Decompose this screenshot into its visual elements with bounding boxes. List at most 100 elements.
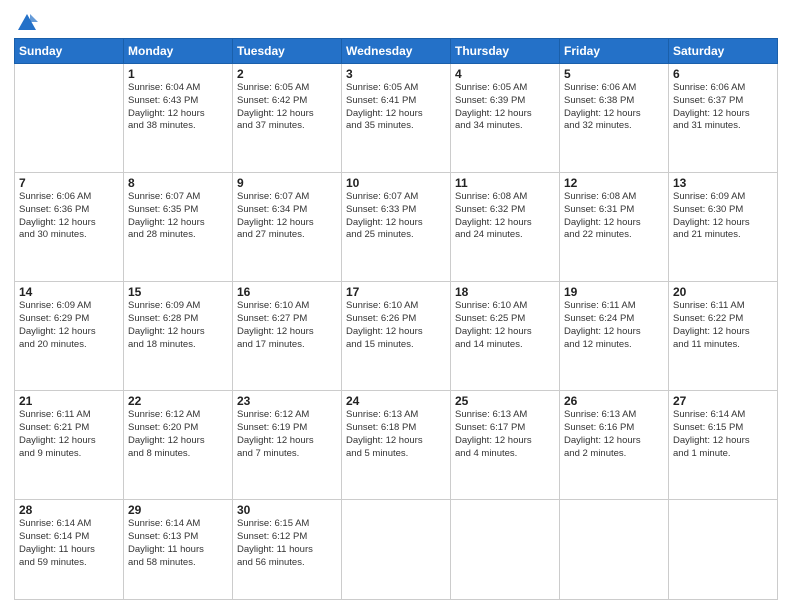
day-number: 22 bbox=[128, 394, 228, 408]
calendar-cell: 24Sunrise: 6:13 AM Sunset: 6:18 PM Dayli… bbox=[342, 391, 451, 500]
calendar-cell: 4Sunrise: 6:05 AM Sunset: 6:39 PM Daylig… bbox=[451, 64, 560, 173]
day-info: Sunrise: 6:06 AM Sunset: 6:37 PM Dayligh… bbox=[673, 82, 773, 133]
cell-content: 28Sunrise: 6:14 AM Sunset: 6:14 PM Dayli… bbox=[19, 503, 119, 569]
cell-content: 22Sunrise: 6:12 AM Sunset: 6:20 PM Dayli… bbox=[128, 394, 228, 460]
day-number: 21 bbox=[19, 394, 119, 408]
cell-content: 27Sunrise: 6:14 AM Sunset: 6:15 PM Dayli… bbox=[673, 394, 773, 460]
cell-content: 30Sunrise: 6:15 AM Sunset: 6:12 PM Dayli… bbox=[237, 503, 337, 569]
weekday-thursday: Thursday bbox=[451, 39, 560, 64]
day-info: Sunrise: 6:13 AM Sunset: 6:18 PM Dayligh… bbox=[346, 409, 446, 460]
day-number: 27 bbox=[673, 394, 773, 408]
day-info: Sunrise: 6:13 AM Sunset: 6:17 PM Dayligh… bbox=[455, 409, 555, 460]
day-info: Sunrise: 6:09 AM Sunset: 6:30 PM Dayligh… bbox=[673, 191, 773, 242]
week-row-1: 7Sunrise: 6:06 AM Sunset: 6:36 PM Daylig… bbox=[15, 173, 778, 282]
week-row-2: 14Sunrise: 6:09 AM Sunset: 6:29 PM Dayli… bbox=[15, 282, 778, 391]
day-info: Sunrise: 6:05 AM Sunset: 6:42 PM Dayligh… bbox=[237, 82, 337, 133]
cell-content: 11Sunrise: 6:08 AM Sunset: 6:32 PM Dayli… bbox=[455, 176, 555, 242]
calendar-cell: 1Sunrise: 6:04 AM Sunset: 6:43 PM Daylig… bbox=[124, 64, 233, 173]
cell-content: 23Sunrise: 6:12 AM Sunset: 6:19 PM Dayli… bbox=[237, 394, 337, 460]
cell-content: 16Sunrise: 6:10 AM Sunset: 6:27 PM Dayli… bbox=[237, 285, 337, 351]
day-info: Sunrise: 6:12 AM Sunset: 6:20 PM Dayligh… bbox=[128, 409, 228, 460]
weekday-header-row: SundayMondayTuesdayWednesdayThursdayFrid… bbox=[15, 39, 778, 64]
day-number: 19 bbox=[564, 285, 664, 299]
day-info: Sunrise: 6:06 AM Sunset: 6:36 PM Dayligh… bbox=[19, 191, 119, 242]
calendar-cell: 29Sunrise: 6:14 AM Sunset: 6:13 PM Dayli… bbox=[124, 500, 233, 600]
day-number: 2 bbox=[237, 67, 337, 81]
cell-content: 14Sunrise: 6:09 AM Sunset: 6:29 PM Dayli… bbox=[19, 285, 119, 351]
cell-content: 25Sunrise: 6:13 AM Sunset: 6:17 PM Dayli… bbox=[455, 394, 555, 460]
day-number: 10 bbox=[346, 176, 446, 190]
calendar-cell: 20Sunrise: 6:11 AM Sunset: 6:22 PM Dayli… bbox=[669, 282, 778, 391]
calendar-cell: 15Sunrise: 6:09 AM Sunset: 6:28 PM Dayli… bbox=[124, 282, 233, 391]
calendar-cell: 18Sunrise: 6:10 AM Sunset: 6:25 PM Dayli… bbox=[451, 282, 560, 391]
weekday-sunday: Sunday bbox=[15, 39, 124, 64]
calendar-cell: 14Sunrise: 6:09 AM Sunset: 6:29 PM Dayli… bbox=[15, 282, 124, 391]
day-info: Sunrise: 6:10 AM Sunset: 6:26 PM Dayligh… bbox=[346, 300, 446, 351]
day-number: 14 bbox=[19, 285, 119, 299]
cell-content: 5Sunrise: 6:06 AM Sunset: 6:38 PM Daylig… bbox=[564, 67, 664, 133]
calendar-cell: 19Sunrise: 6:11 AM Sunset: 6:24 PM Dayli… bbox=[560, 282, 669, 391]
cell-content: 7Sunrise: 6:06 AM Sunset: 6:36 PM Daylig… bbox=[19, 176, 119, 242]
cell-content: 12Sunrise: 6:08 AM Sunset: 6:31 PM Dayli… bbox=[564, 176, 664, 242]
logo-icon bbox=[16, 12, 38, 34]
calendar: SundayMondayTuesdayWednesdayThursdayFrid… bbox=[14, 38, 778, 600]
week-row-4: 28Sunrise: 6:14 AM Sunset: 6:14 PM Dayli… bbox=[15, 500, 778, 600]
calendar-cell: 12Sunrise: 6:08 AM Sunset: 6:31 PM Dayli… bbox=[560, 173, 669, 282]
cell-content: 9Sunrise: 6:07 AM Sunset: 6:34 PM Daylig… bbox=[237, 176, 337, 242]
page: SundayMondayTuesdayWednesdayThursdayFrid… bbox=[0, 0, 792, 612]
day-number: 28 bbox=[19, 503, 119, 517]
cell-content: 26Sunrise: 6:13 AM Sunset: 6:16 PM Dayli… bbox=[564, 394, 664, 460]
calendar-cell: 25Sunrise: 6:13 AM Sunset: 6:17 PM Dayli… bbox=[451, 391, 560, 500]
day-info: Sunrise: 6:11 AM Sunset: 6:21 PM Dayligh… bbox=[19, 409, 119, 460]
header bbox=[14, 12, 778, 30]
calendar-cell: 9Sunrise: 6:07 AM Sunset: 6:34 PM Daylig… bbox=[233, 173, 342, 282]
cell-content: 4Sunrise: 6:05 AM Sunset: 6:39 PM Daylig… bbox=[455, 67, 555, 133]
day-number: 29 bbox=[128, 503, 228, 517]
cell-content: 3Sunrise: 6:05 AM Sunset: 6:41 PM Daylig… bbox=[346, 67, 446, 133]
cell-content: 19Sunrise: 6:11 AM Sunset: 6:24 PM Dayli… bbox=[564, 285, 664, 351]
day-info: Sunrise: 6:05 AM Sunset: 6:41 PM Dayligh… bbox=[346, 82, 446, 133]
calendar-cell: 5Sunrise: 6:06 AM Sunset: 6:38 PM Daylig… bbox=[560, 64, 669, 173]
day-number: 8 bbox=[128, 176, 228, 190]
calendar-cell bbox=[15, 64, 124, 173]
calendar-cell: 26Sunrise: 6:13 AM Sunset: 6:16 PM Dayli… bbox=[560, 391, 669, 500]
cell-content: 15Sunrise: 6:09 AM Sunset: 6:28 PM Dayli… bbox=[128, 285, 228, 351]
week-row-0: 1Sunrise: 6:04 AM Sunset: 6:43 PM Daylig… bbox=[15, 64, 778, 173]
day-number: 5 bbox=[564, 67, 664, 81]
day-info: Sunrise: 6:07 AM Sunset: 6:35 PM Dayligh… bbox=[128, 191, 228, 242]
day-number: 25 bbox=[455, 394, 555, 408]
day-info: Sunrise: 6:08 AM Sunset: 6:31 PM Dayligh… bbox=[564, 191, 664, 242]
day-info: Sunrise: 6:09 AM Sunset: 6:28 PM Dayligh… bbox=[128, 300, 228, 351]
day-info: Sunrise: 6:07 AM Sunset: 6:34 PM Dayligh… bbox=[237, 191, 337, 242]
calendar-cell: 6Sunrise: 6:06 AM Sunset: 6:37 PM Daylig… bbox=[669, 64, 778, 173]
weekday-wednesday: Wednesday bbox=[342, 39, 451, 64]
calendar-cell: 7Sunrise: 6:06 AM Sunset: 6:36 PM Daylig… bbox=[15, 173, 124, 282]
cell-content: 2Sunrise: 6:05 AM Sunset: 6:42 PM Daylig… bbox=[237, 67, 337, 133]
day-info: Sunrise: 6:05 AM Sunset: 6:39 PM Dayligh… bbox=[455, 82, 555, 133]
day-number: 3 bbox=[346, 67, 446, 81]
day-number: 26 bbox=[564, 394, 664, 408]
day-number: 6 bbox=[673, 67, 773, 81]
day-info: Sunrise: 6:15 AM Sunset: 6:12 PM Dayligh… bbox=[237, 518, 337, 569]
day-info: Sunrise: 6:10 AM Sunset: 6:25 PM Dayligh… bbox=[455, 300, 555, 351]
calendar-cell: 3Sunrise: 6:05 AM Sunset: 6:41 PM Daylig… bbox=[342, 64, 451, 173]
calendar-cell bbox=[669, 500, 778, 600]
day-info: Sunrise: 6:07 AM Sunset: 6:33 PM Dayligh… bbox=[346, 191, 446, 242]
day-number: 16 bbox=[237, 285, 337, 299]
calendar-cell: 16Sunrise: 6:10 AM Sunset: 6:27 PM Dayli… bbox=[233, 282, 342, 391]
cell-content: 24Sunrise: 6:13 AM Sunset: 6:18 PM Dayli… bbox=[346, 394, 446, 460]
weekday-friday: Friday bbox=[560, 39, 669, 64]
weekday-monday: Monday bbox=[124, 39, 233, 64]
calendar-cell: 27Sunrise: 6:14 AM Sunset: 6:15 PM Dayli… bbox=[669, 391, 778, 500]
day-info: Sunrise: 6:08 AM Sunset: 6:32 PM Dayligh… bbox=[455, 191, 555, 242]
weekday-tuesday: Tuesday bbox=[233, 39, 342, 64]
cell-content: 13Sunrise: 6:09 AM Sunset: 6:30 PM Dayli… bbox=[673, 176, 773, 242]
calendar-cell: 11Sunrise: 6:08 AM Sunset: 6:32 PM Dayli… bbox=[451, 173, 560, 282]
calendar-cell bbox=[560, 500, 669, 600]
cell-content: 10Sunrise: 6:07 AM Sunset: 6:33 PM Dayli… bbox=[346, 176, 446, 242]
day-info: Sunrise: 6:10 AM Sunset: 6:27 PM Dayligh… bbox=[237, 300, 337, 351]
calendar-cell bbox=[342, 500, 451, 600]
calendar-cell: 30Sunrise: 6:15 AM Sunset: 6:12 PM Dayli… bbox=[233, 500, 342, 600]
calendar-cell bbox=[451, 500, 560, 600]
calendar-cell: 8Sunrise: 6:07 AM Sunset: 6:35 PM Daylig… bbox=[124, 173, 233, 282]
